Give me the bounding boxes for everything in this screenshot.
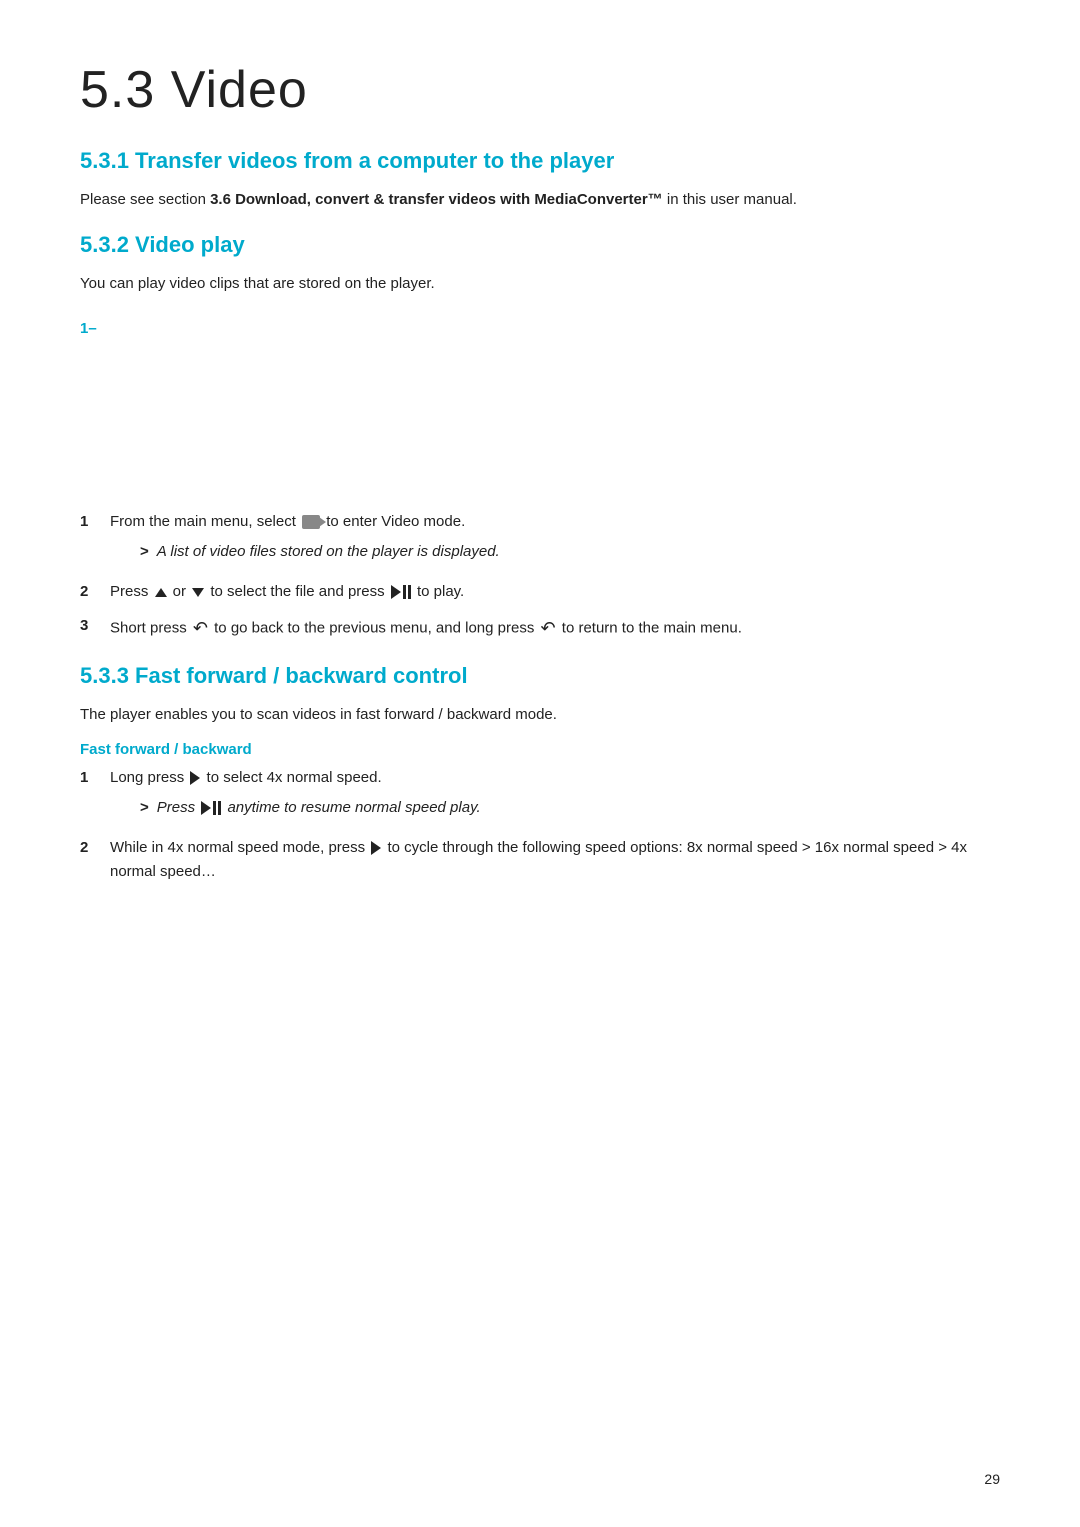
play-icon-2: [371, 841, 381, 855]
ff-step-2: 2 While in 4x normal speed mode, press t…: [80, 836, 1000, 884]
step-content-1: From the main menu, select to enter Vide…: [110, 510, 1000, 570]
steps-list-5-3-3: 1 Long press to select 4x normal speed. …: [80, 766, 1000, 884]
diagram-area: 1–: [80, 310, 1000, 490]
steps-list-5-3-2: 1 From the main menu, select to enter Vi…: [80, 510, 1000, 643]
body-text-end: in this user manual.: [663, 191, 797, 208]
ff-step-content-2: While in 4x normal speed mode, press to …: [110, 836, 1000, 884]
page-number: 29: [984, 1471, 1000, 1487]
step-num-2: 2: [80, 580, 110, 604]
subsection-5-3-3: 5.3.3 Fast forward / backward control Th…: [80, 663, 1000, 884]
subsection-5-3-2: 5.3.2 Video play You can play video clip…: [80, 232, 1000, 643]
sub-text: A list of video files stored on the play…: [157, 540, 500, 564]
step-1-sub: > A list of video files stored on the pl…: [140, 540, 1000, 564]
subsection-title-5-3-3: 5.3.3 Fast forward / backward control: [80, 663, 1000, 689]
step-2: 2 Press or to select the file and press …: [80, 580, 1000, 604]
play-pause-icon: [391, 585, 411, 599]
body-text-before: Please see section: [80, 191, 210, 208]
step-content-3: Short press ↶ to go back to the previous…: [110, 614, 1000, 643]
video-icon: [302, 515, 320, 529]
ff-step-1-sub: > Press anytime to resume normal speed p…: [140, 796, 1000, 820]
step-content-2: Press or to select the file and press to…: [110, 580, 1000, 604]
subsection-title-5-3-2: 5.3.2 Video play: [80, 232, 1000, 258]
sub-arrow: >: [140, 540, 149, 564]
play-icon-1: [190, 771, 200, 785]
subsection-title-5-3-1: 5.3.1 Transfer videos from a computer to…: [80, 148, 1000, 174]
subsection-5-3-2-intro: You can play video clips that are stored…: [80, 272, 1000, 296]
ff-step-num-2: 2: [80, 836, 110, 860]
step-num-1: 1: [80, 510, 110, 534]
up-icon: [155, 588, 167, 597]
fast-forward-subheading: Fast forward / backward: [80, 741, 1000, 758]
ff-sub-text: Press anytime to resume normal speed pla…: [157, 796, 481, 820]
play-pause-icon-2: [201, 801, 221, 815]
ff-step-1: 1 Long press to select 4x normal speed. …: [80, 766, 1000, 826]
diagram-label: 1–: [80, 320, 97, 337]
body-text-bold: 3.6 Download, convert & transfer videos …: [210, 191, 663, 208]
step-num-3: 3: [80, 614, 110, 638]
page-title: 5.3 Video: [80, 60, 1000, 120]
subsection-5-3-1: 5.3.1 Transfer videos from a computer to…: [80, 148, 1000, 212]
ff-step-content-1: Long press to select 4x normal speed. > …: [110, 766, 1000, 826]
ff-step-num-1: 1: [80, 766, 110, 790]
step-1: 1 From the main menu, select to enter Vi…: [80, 510, 1000, 570]
step-3: 3 Short press ↶ to go back to the previo…: [80, 614, 1000, 643]
back-icon-1: ↶: [193, 614, 208, 643]
subsection-5-3-1-body: Please see section 3.6 Download, convert…: [80, 188, 1000, 212]
ff-sub-arrow: >: [140, 796, 149, 820]
subsection-5-3-3-intro: The player enables you to scan videos in…: [80, 703, 1000, 727]
down-icon: [192, 588, 204, 597]
back-icon-2: ↶: [541, 614, 556, 643]
